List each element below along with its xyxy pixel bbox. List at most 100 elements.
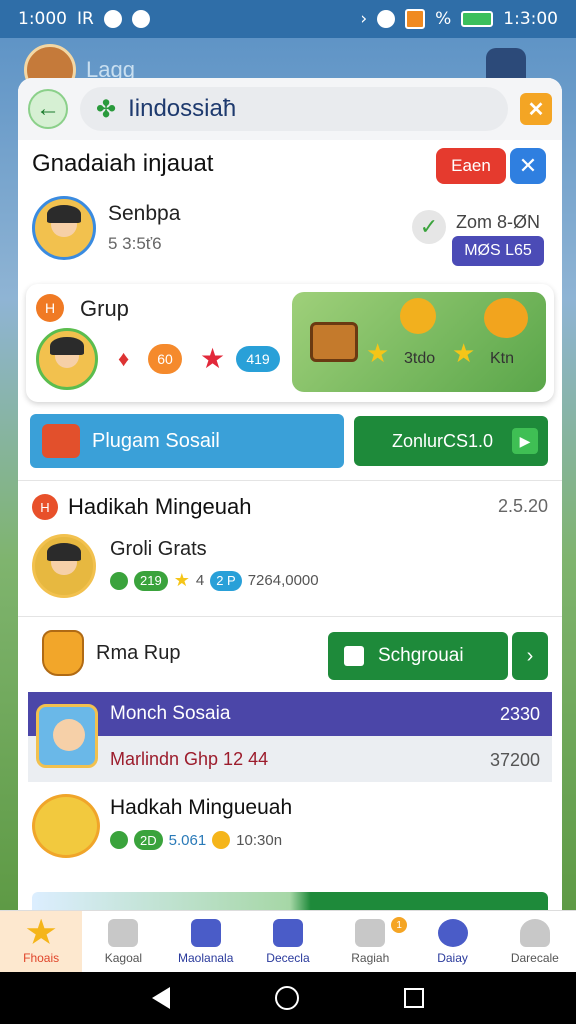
system-nav-bar	[0, 972, 576, 1024]
social-detail-label: Marlindn Ghp 12 44	[110, 748, 269, 769]
chest-icon	[310, 322, 358, 362]
close-icon[interactable]: ✕	[510, 148, 546, 184]
back-button[interactable]: ←	[28, 89, 68, 129]
nav-label: Daiay	[437, 950, 468, 965]
star-icon: ★	[200, 343, 226, 374]
chevron-right-button[interactable]: ›	[512, 632, 548, 680]
weekly-reward-section[interactable]: H Hadikah Mingeuah 2.5.20 Groli Grats 21…	[32, 490, 548, 602]
weekly-reward-number: 2.5.20	[497, 496, 548, 516]
stats-row: 2D 5.061 10:30n	[110, 830, 282, 850]
play-button-label: ZonlurCS1.0	[392, 430, 494, 451]
weekly-reward-row-2[interactable]: Hadkah Mingueuah 2D 5.061 10:30n	[32, 790, 548, 880]
nav-label: Maolanala	[178, 950, 234, 965]
main-card: ← ✤ Iindossiaħ ✕ Gnadaiah injauat Eaen ✕…	[18, 78, 562, 910]
rewards-panel[interactable]: ★ 3tdo ★ Ktn	[292, 292, 546, 392]
medal-icon	[400, 298, 436, 334]
star-icon	[26, 918, 56, 944]
puzzle-button-label: Schgrouai	[378, 645, 464, 666]
nav-item-tent[interactable]: Maolanala	[165, 911, 247, 972]
play-button[interactable]: ZonlurCS1.0 ▶	[354, 416, 548, 466]
checklist-icon	[272, 918, 303, 947]
nav-item-checklist[interactable]: Dececla	[247, 911, 329, 972]
chat-icon	[355, 918, 386, 947]
search-value: Iindossiaħ	[128, 95, 237, 122]
nav-label: Fhoais	[23, 950, 60, 965]
next-row-peek	[32, 892, 548, 910]
social-button-label: Plugam Sosail	[92, 429, 220, 452]
status-time-left: 1:000	[18, 9, 67, 29]
reward-label-1: 3tdo	[404, 350, 436, 367]
user-subtitle: 5 3:5ť6	[108, 234, 162, 253]
notification-icon	[103, 10, 122, 28]
stat-chip: 2D	[134, 830, 163, 850]
group-chip-2: 419	[236, 346, 280, 372]
weekly-reward-title: Hadikah Mingeuah	[68, 494, 252, 519]
status-time-right: 1:3:00	[503, 9, 558, 29]
status-badge[interactable]: MØS L65	[452, 236, 544, 266]
star-icon: ★	[452, 338, 476, 368]
cta-row: Plugam Sosail ZonlurCS1.0 ▶	[30, 414, 550, 468]
nav-item-globe[interactable]: Daiay	[411, 911, 493, 972]
home-icon[interactable]	[274, 986, 299, 1010]
group-avatar	[36, 328, 98, 390]
check-icon[interactable]: ✓	[412, 210, 446, 244]
red-badge-button[interactable]: Eaen	[436, 148, 506, 184]
nav-label: Ragiah	[351, 950, 390, 965]
close-search-button[interactable]: ✕	[520, 93, 552, 125]
social-month-detail: Marlindn Ghp 12 44 37200	[28, 736, 552, 782]
nav-item-home[interactable]: Fhoais	[0, 911, 83, 972]
group-chip-1: 60	[148, 344, 182, 374]
star-icon: ★	[173, 570, 190, 590]
status-carrier: IR	[77, 9, 94, 29]
user-right-text: Zom 8‑ØN	[456, 212, 541, 232]
reward-label-2: Ktn	[490, 350, 515, 367]
section-icon: H	[32, 494, 58, 520]
tent-icon	[190, 918, 221, 947]
nav-item-chat[interactable]: 1 Ragiah	[329, 911, 411, 972]
social-month-row[interactable]: Monch Sosaia 2330 Marlindn Ghp 12 44 372…	[28, 692, 552, 782]
search-row: ← ✤ Iindossiaħ ✕	[18, 78, 562, 140]
puzzle-button[interactable]: Schgrouai	[328, 632, 508, 680]
social-button[interactable]: Plugam Sosail	[30, 414, 344, 468]
stats-row: 219 ★ 4 2 P 7264,0000	[110, 570, 319, 591]
chevron-right-icon: ›	[360, 9, 368, 29]
social-icon	[42, 424, 80, 458]
status-bar: 1:000 IR › % 1:3:00	[0, 0, 576, 38]
nav-item-gift[interactable]: Kagoal	[82, 911, 164, 972]
social-detail-value: 37200	[489, 750, 540, 770]
nav-item-profile[interactable]: Darecale	[494, 911, 576, 972]
recents-icon[interactable]	[403, 988, 424, 1008]
basket-icon	[42, 630, 84, 676]
avatar	[36, 704, 98, 768]
user-row[interactable]: Senbpa 5 3:5ť6 ✓ Zom 8‑ØN MØS L65	[32, 196, 548, 266]
bottom-nav: Fhoais Kagoal Maolanala Dececla 1 Ragiah…	[0, 910, 576, 972]
back-icon[interactable]	[152, 987, 171, 1009]
stat-chip-2: 2 P	[210, 570, 242, 591]
amount-text: 7264,0000	[247, 572, 319, 589]
rupiah-title: Rma Rup	[96, 642, 181, 664]
globe-icon	[437, 918, 468, 947]
weekly-reward-title-2: Hadkah Mingueuah	[110, 796, 293, 819]
social-month-header: Monch Sosaia 2330	[28, 692, 552, 736]
group-avatar	[32, 794, 100, 858]
group-title: Grup	[80, 296, 129, 321]
divider	[18, 616, 562, 617]
nav-label: Kagoal	[104, 950, 143, 965]
play-icon: ▶	[512, 428, 538, 454]
social-month-value: 2330	[499, 704, 540, 724]
red-badge-label: Eaen	[451, 156, 491, 175]
nav-label: Darecale	[510, 950, 559, 965]
battery-icon	[461, 11, 494, 27]
search-input[interactable]: ✤ Iindossiaħ	[80, 87, 508, 131]
shield-icon	[131, 10, 150, 28]
app-notification-icon	[405, 9, 426, 29]
star-value: 4	[195, 572, 205, 589]
emoji-icon	[212, 831, 231, 849]
group-card[interactable]: H Grup ♦ 60 ★ 419 ★ 3tdo ★ Ktn	[26, 284, 554, 402]
nav-label: Dececla	[266, 950, 310, 965]
puzzle-icon	[344, 646, 364, 666]
clover-icon: ✤	[96, 95, 117, 123]
divider	[18, 480, 562, 481]
user-name: Senbpa	[108, 202, 181, 225]
leaf-icon	[110, 831, 128, 849]
